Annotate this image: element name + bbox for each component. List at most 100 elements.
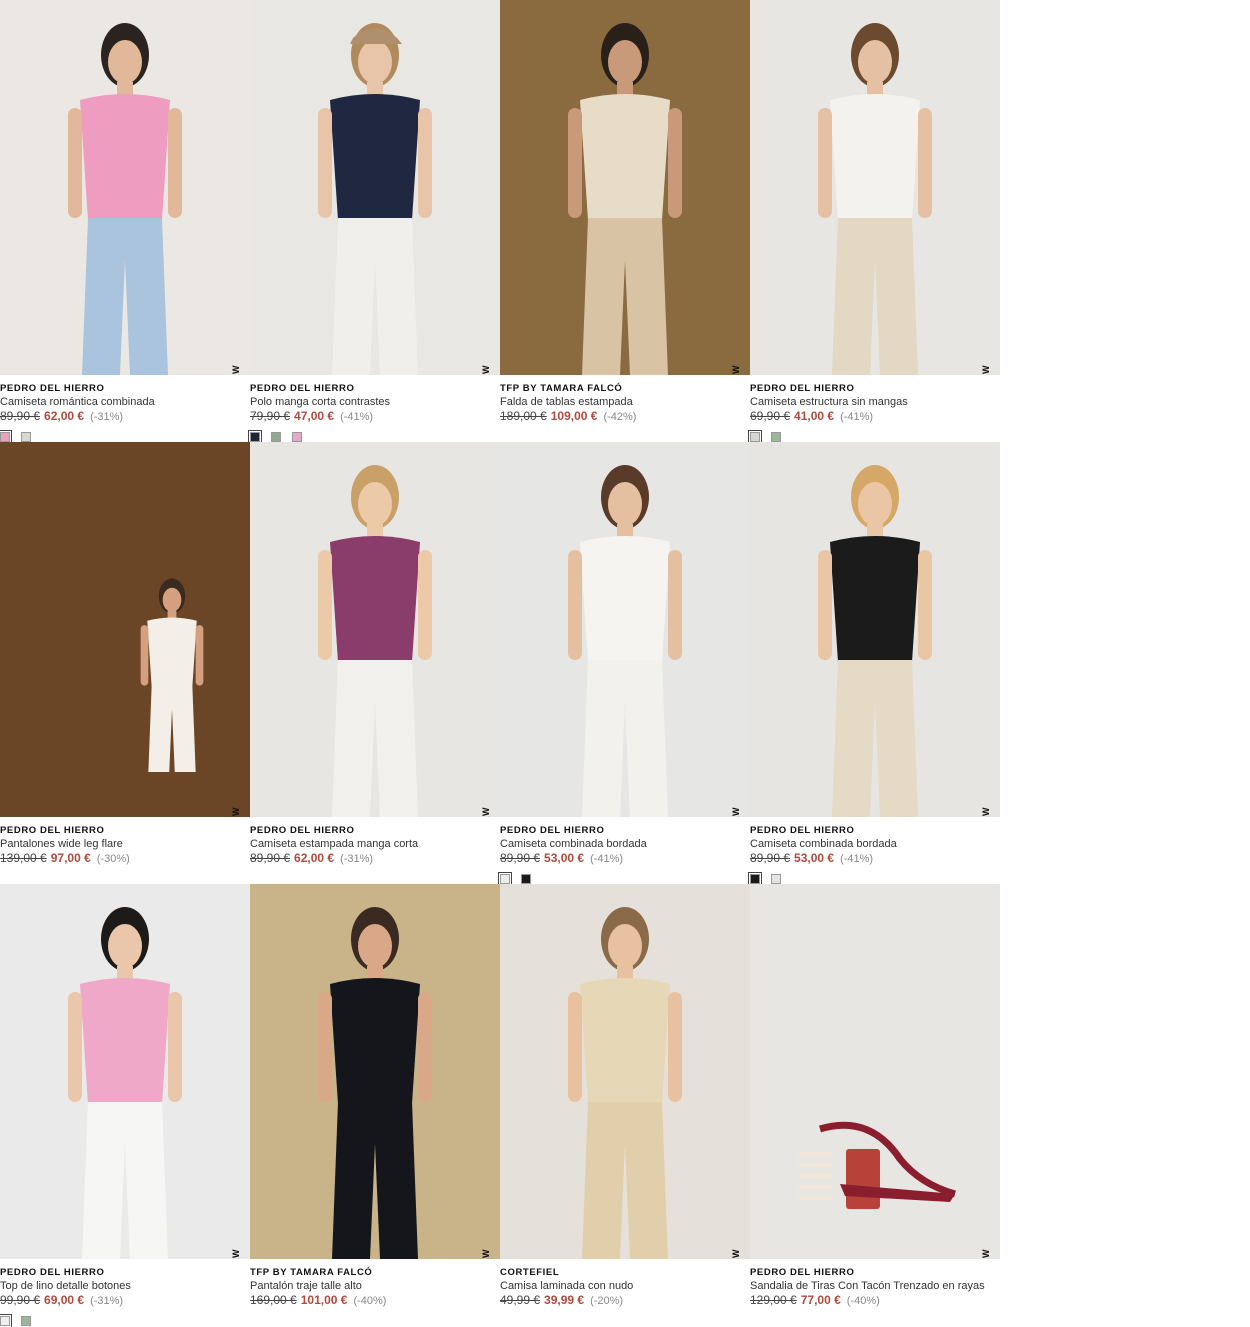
product-card-11[interactable]: NEW CORTEFIEL Camisa laminada con nudo 4…	[500, 884, 750, 1326]
color-swatches	[748, 430, 1000, 444]
product-image[interactable]: NEW	[750, 884, 1000, 1259]
color-swatch[interactable]	[498, 872, 512, 886]
product-card-2[interactable]: NEW PEDRO DEL HIERRO Polo manga corta co…	[248, 0, 500, 444]
product-name[interactable]: Camisa laminada con nudo	[500, 1279, 750, 1293]
color-swatch[interactable]	[748, 872, 762, 886]
product-card-7[interactable]: NEW PEDRO DEL HIERRO Camiseta combinada …	[498, 442, 750, 886]
color-swatches	[0, 1314, 250, 1327]
product-photo	[318, 465, 432, 817]
color-swatch[interactable]	[21, 432, 31, 442]
color-swatches	[748, 872, 1000, 886]
product-card-9[interactable]: NEW PEDRO DEL HIERRO Top de lino detalle…	[0, 884, 250, 1327]
product-card-10[interactable]: NEW TFP BY TAMARA FALCÓ Pantalón traje t…	[250, 884, 500, 1326]
product-photo	[818, 465, 932, 817]
color-swatch[interactable]	[271, 432, 281, 442]
original-price: 129,00 €	[750, 1293, 797, 1307]
product-image[interactable]: NEW	[500, 0, 750, 375]
sale-price: 109,00 €	[550, 409, 598, 423]
new-badge: NEW	[231, 365, 241, 375]
color-swatches	[250, 1316, 500, 1326]
color-swatch[interactable]	[0, 430, 12, 444]
product-name[interactable]: Pantalones wide leg flare	[0, 837, 250, 851]
product-name[interactable]: Pantalón traje talle alto	[250, 1279, 500, 1293]
price-row: 49,99 €39,99 € (-20%)	[500, 1293, 750, 1308]
product-image[interactable]: NEW	[0, 0, 250, 375]
new-badge: NEW	[481, 807, 491, 817]
new-badge: NEW	[981, 1249, 991, 1259]
product-card-6[interactable]: NEW PEDRO DEL HIERRO Camiseta estampada …	[250, 442, 500, 884]
new-badge: NEW	[981, 365, 991, 375]
product-card-5[interactable]: NEW PEDRO DEL HIERRO Pantalones wide leg…	[0, 442, 250, 884]
product-photo	[318, 907, 432, 1259]
color-swatch[interactable]	[248, 430, 262, 444]
sale-price: 53,00 €	[794, 851, 835, 865]
color-swatch[interactable]	[771, 874, 781, 884]
product-name[interactable]: Polo manga corta contrastes	[250, 395, 500, 409]
discount-percent: (-42%)	[603, 411, 637, 423]
price-row: 79,90 €47,00 € (-41%)	[250, 409, 500, 424]
new-badge: NEW	[731, 1249, 741, 1259]
product-card-12[interactable]: NEW PEDRO DEL HIERRO Sandalia de Tiras C…	[750, 884, 1000, 1326]
original-price: 79,90 €	[250, 409, 291, 423]
original-price: 89,90 €	[0, 409, 41, 423]
product-brand: PEDRO DEL HIERRO	[750, 1267, 855, 1278]
discount-percent: (-41%)	[840, 853, 874, 865]
product-photo	[140, 578, 204, 772]
product-card-1[interactable]: NEW PEDRO DEL HIERRO Camiseta romántica …	[0, 0, 250, 444]
product-image[interactable]: NEW	[250, 0, 500, 375]
product-photo	[568, 23, 682, 375]
product-brand: PEDRO DEL HIERRO	[500, 825, 605, 836]
color-swatch[interactable]	[748, 430, 762, 444]
price-row: 189,00 €109,00 € (-42%)	[500, 409, 750, 424]
discount-percent: (-31%)	[340, 853, 374, 865]
price-row: 89,90 €62,00 € (-31%)	[250, 851, 500, 866]
color-swatch[interactable]	[0, 1314, 12, 1327]
new-badge: NEW	[731, 365, 741, 375]
product-card-3[interactable]: NEW TFP BY TAMARA FALCÓ Falda de tablas …	[500, 0, 750, 442]
price-row: 169,00 €101,00 € (-40%)	[250, 1293, 500, 1308]
original-price: 69,90 €	[750, 409, 791, 423]
product-name[interactable]: Camiseta romántica combinada	[0, 395, 250, 409]
color-swatch[interactable]	[521, 874, 531, 884]
price-row: 139,00 €97,00 € (-30%)	[0, 851, 250, 866]
sale-price: 77,00 €	[800, 1293, 841, 1307]
color-swatch[interactable]	[292, 432, 302, 442]
product-name[interactable]: Sandalia de Tiras Con Tacón Trenzado en …	[750, 1279, 1000, 1293]
product-brand: TFP BY TAMARA FALCÓ	[250, 1267, 373, 1278]
discount-percent: (-41%)	[590, 853, 624, 865]
product-image[interactable]: NEW	[750, 0, 1000, 375]
discount-percent: (-31%)	[90, 1295, 124, 1307]
product-name[interactable]: Camiseta combinada bordada	[750, 837, 1000, 851]
product-image[interactable]: NEW	[250, 884, 500, 1259]
product-card-8[interactable]: NEW PEDRO DEL HIERRO Camiseta combinada …	[748, 442, 1000, 886]
product-image[interactable]: NEW	[500, 884, 750, 1259]
product-image[interactable]: NEW	[500, 442, 750, 817]
color-swatch[interactable]	[771, 432, 781, 442]
sale-price: 47,00 €	[294, 409, 335, 423]
discount-percent: (-41%)	[340, 411, 374, 423]
product-image[interactable]: NEW	[250, 442, 500, 817]
color-swatches	[500, 432, 750, 442]
product-image[interactable]: NEW	[0, 442, 250, 817]
color-swatch[interactable]	[21, 1316, 31, 1326]
product-brand: PEDRO DEL HIERRO	[250, 825, 355, 836]
product-name[interactable]: Falda de tablas estampada	[500, 395, 750, 409]
original-price: 89,90 €	[500, 851, 541, 865]
product-brand: PEDRO DEL HIERRO	[750, 383, 855, 394]
sale-price: 69,00 €	[44, 1293, 85, 1307]
product-photo	[798, 1121, 956, 1209]
product-name[interactable]: Camiseta estructura sin mangas	[750, 395, 1000, 409]
product-card-4[interactable]: NEW PEDRO DEL HIERRO Camiseta estructura…	[748, 0, 1000, 444]
product-brand: TFP BY TAMARA FALCÓ	[500, 383, 623, 394]
product-name[interactable]: Top de lino detalle botones	[0, 1279, 250, 1293]
price-row: 89,90 €53,00 € (-41%)	[750, 851, 1000, 866]
product-image[interactable]: NEW	[750, 442, 1000, 817]
product-name[interactable]: Camiseta estampada manga corta	[250, 837, 500, 851]
sale-price: 41,00 €	[794, 409, 835, 423]
discount-percent: (-40%)	[353, 1295, 387, 1307]
color-swatches	[498, 872, 750, 886]
product-image[interactable]: NEW	[0, 884, 250, 1259]
color-swatches	[500, 1316, 750, 1326]
product-name[interactable]: Camiseta combinada bordada	[500, 837, 750, 851]
original-price: 89,90 €	[250, 851, 291, 865]
